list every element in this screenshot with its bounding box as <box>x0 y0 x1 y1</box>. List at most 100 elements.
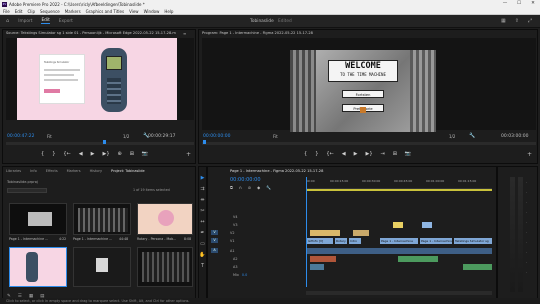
program-add-button-icon[interactable]: + <box>527 151 532 158</box>
program-fit-dropdown[interactable]: Fit <box>273 134 278 139</box>
a2-audio-clip[interactable] <box>398 256 438 262</box>
snap-icon[interactable]: ∩ <box>239 185 242 190</box>
track-header-v3[interactable]: V3 <box>208 221 256 228</box>
slip-tool-icon[interactable]: ↔ <box>200 219 204 225</box>
program-mark-in-button[interactable]: { <box>304 151 307 157</box>
work-area-bar[interactable] <box>306 189 492 191</box>
source-patch-v1[interactable]: V <box>211 238 218 243</box>
maximize-button[interactable]: ☐ <box>512 0 526 8</box>
tab-project[interactable]: Project: Tobinaslide <box>111 169 145 173</box>
a3-audio-clip[interactable] <box>463 264 492 270</box>
tab-history[interactable]: History <box>90 169 102 173</box>
v2-clip[interactable] <box>310 230 340 236</box>
close-button[interactable]: ✕ <box>526 0 540 8</box>
timeline-ruler[interactable]: 00:00 00:00:15:00 00:00:30:00 00:00:45:0… <box>306 177 492 189</box>
a1-audio-clip[interactable] <box>307 248 492 254</box>
tab-libraries[interactable]: Libraries <box>6 169 21 173</box>
program-lift-button[interactable]: ⊞ <box>393 151 397 157</box>
project-item-thumb-5[interactable] <box>73 247 131 287</box>
v3-clip[interactable] <box>393 222 403 228</box>
track-header-mix[interactable]: Mix 0.0 <box>208 271 256 278</box>
v2-clip[interactable] <box>353 230 369 236</box>
source-patch-a1[interactable]: A <box>211 248 218 253</box>
program-step-back-button[interactable]: ◀ <box>342 151 346 157</box>
program-scrubber[interactable] <box>202 142 536 145</box>
menu-edit[interactable]: Edit <box>15 9 23 14</box>
menu-window[interactable]: Window <box>144 9 160 14</box>
hand-tool-icon[interactable]: ✋ <box>199 252 205 258</box>
add-marker-icon[interactable]: ◆ <box>257 185 260 190</box>
a3-audio-clip[interactable] <box>310 264 324 270</box>
pen-tool-icon[interactable]: ✒ <box>200 230 204 236</box>
step-forward-button[interactable]: ▶} <box>102 151 109 157</box>
type-tool-icon[interactable]: T <box>201 263 204 269</box>
project-item-thumb-1[interactable] <box>9 203 67 235</box>
program-video-frame[interactable]: WELCOME TO THE TIME MACHINE Fortsten Pre… <box>202 38 536 132</box>
play-button[interactable]: ▶ <box>91 151 95 157</box>
rectangle-tool-icon[interactable]: ▭ <box>200 241 205 247</box>
tab-effects[interactable]: Effects <box>46 169 58 173</box>
track-header-a3[interactable]: A3 <box>208 263 256 270</box>
v1-clip[interactable]: Page 1 - Internachine <box>380 238 418 244</box>
v1-clip[interactable]: Rotary <box>335 238 347 244</box>
program-monitor-title[interactable]: Program: Page 1 - Intermachine - Figma 2… <box>202 31 452 35</box>
source-video-frame[interactable]: Tekstings Simulator <box>6 38 194 120</box>
source-fit-dropdown[interactable]: Fit <box>47 134 52 139</box>
program-wrench-icon[interactable]: 🔧 <box>469 133 475 139</box>
timeline-sequence-tab[interactable]: Page 1 - Intermachine - Figma 2022-05-22… <box>230 169 420 173</box>
home-icon[interactable]: ⌂ <box>6 18 9 24</box>
razor-tool-icon[interactable]: ✂ <box>200 208 204 214</box>
program-go-to-out-button[interactable]: ⇥ <box>381 151 385 157</box>
v1-clip[interactable]: Tekstings Simulator sg <box>454 238 492 244</box>
add-button-icon[interactable]: + <box>186 151 191 158</box>
source-scrubber[interactable] <box>6 142 194 145</box>
menu-file[interactable]: File <box>3 9 10 14</box>
source-patch-v[interactable]: V <box>211 230 218 235</box>
tab-edit[interactable]: Edit <box>41 18 50 24</box>
menu-sequence[interactable]: Sequence <box>40 9 60 14</box>
program-export-frame-button[interactable]: 📷 <box>405 151 411 157</box>
project-item-thumb-6[interactable] <box>137 247 193 287</box>
track-header-a1[interactable]: A A1 <box>208 247 256 254</box>
track-select-tool-icon[interactable]: ⇉ <box>200 186 204 192</box>
program-resolution[interactable]: 1/2 <box>449 134 455 139</box>
v1-clip[interactable]: Page 1 - Internachine - Figma 2022-05-22… <box>420 238 452 244</box>
linked-selection-icon[interactable]: ⊘ <box>248 185 251 190</box>
program-playhead[interactable] <box>203 140 206 144</box>
program-timecode-in[interactable]: 00:00:00:00 <box>203 134 230 139</box>
project-search-input[interactable] <box>7 188 47 193</box>
timeline-playhead[interactable] <box>306 177 307 287</box>
quick-export-icon[interactable]: ⇪ <box>515 18 519 24</box>
v3-clip[interactable] <box>422 222 432 228</box>
minimize-button[interactable]: — <box>498 0 512 8</box>
go-to-in-button[interactable]: {← <box>63 151 70 157</box>
track-header-v2[interactable]: V V2 <box>208 229 256 236</box>
track-header-v1[interactable]: V V1 <box>208 237 256 244</box>
timeline-settings-icon[interactable]: 🔧 <box>266 185 271 190</box>
selection-tool-icon[interactable]: ▶ <box>201 175 205 181</box>
source-timecode-in[interactable]: 00:00:47:22 <box>7 134 34 139</box>
track-header-a2[interactable]: A2 <box>208 255 256 262</box>
insert-button[interactable]: ⊕ <box>118 151 122 157</box>
mark-out-button[interactable]: } <box>52 151 55 157</box>
track-header-v4[interactable]: V4 <box>208 213 256 220</box>
tab-info[interactable]: Info <box>30 169 37 173</box>
overwrite-button[interactable]: ⊞ <box>130 151 134 157</box>
program-mark-out-button[interactable]: } <box>315 151 318 157</box>
project-item-thumb-4[interactable] <box>9 247 67 287</box>
tab-markers[interactable]: Markers <box>67 169 81 173</box>
menu-clip[interactable]: Clip <box>27 9 35 14</box>
mix-value[interactable]: 0.0 <box>242 273 247 277</box>
tab-import[interactable]: Import <box>18 19 32 24</box>
menu-view[interactable]: View <box>129 9 139 14</box>
menu-markers[interactable]: Markers <box>65 9 81 14</box>
program-play-button[interactable]: ▶ <box>354 151 358 157</box>
wrench-icon[interactable]: 🔧 <box>143 133 149 139</box>
source-resolution[interactable]: 1/2 <box>123 134 129 139</box>
menu-help[interactable]: Help <box>164 9 173 14</box>
nest-icon[interactable]: ⧉ <box>230 185 233 190</box>
panel-menu-icon[interactable]: ≡ <box>183 31 186 36</box>
project-item-thumb-2[interactable] <box>73 203 131 235</box>
export-frame-button[interactable]: 📷 <box>142 151 148 157</box>
workspaces-icon[interactable]: ▦ <box>501 18 506 24</box>
